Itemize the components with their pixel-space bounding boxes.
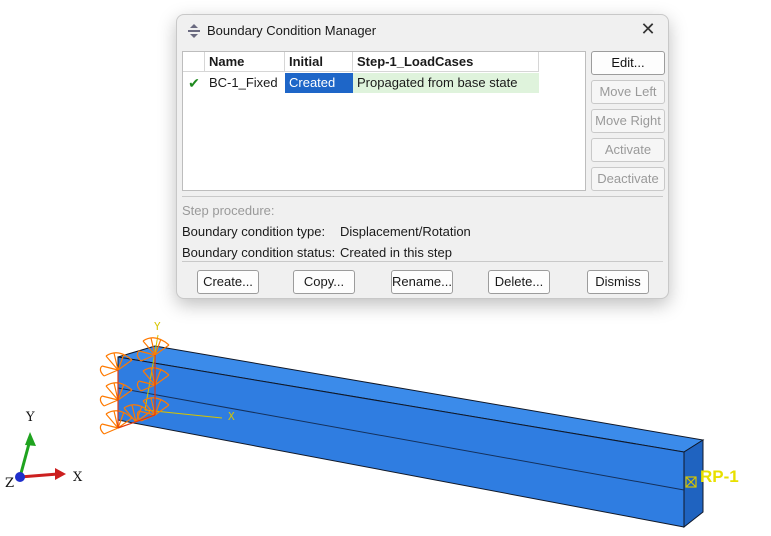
bc-type-value: Displacement/Rotation: [340, 224, 471, 239]
deactivate-button[interactable]: Deactivate: [591, 167, 665, 191]
bc-status-value: Created in this step: [340, 245, 453, 260]
dismiss-button[interactable]: Dismiss: [587, 270, 649, 294]
column-header-initial[interactable]: Initial: [285, 52, 353, 72]
move-left-button[interactable]: Move Left: [591, 80, 665, 104]
edit-button[interactable]: Edit...: [591, 51, 665, 75]
bc-type-label: Boundary condition type:: [182, 224, 326, 239]
local-x-axis-label: X: [228, 410, 235, 423]
beam-front-face: [117, 356, 685, 528]
close-button[interactable]: ✕: [636, 19, 660, 43]
column-header-name[interactable]: Name: [205, 52, 285, 72]
step-procedure-label: Step procedure:: [182, 203, 275, 218]
global-triad: [15, 432, 66, 482]
table-row[interactable]: ✔ BC-1_Fixed Created Propagated from bas…: [183, 73, 539, 93]
boundary-condition-manager-dialog: Boundary Condition Manager ✕ Name Initia…: [176, 14, 669, 299]
app-icon: [188, 24, 200, 38]
divider: [182, 261, 663, 262]
create-button[interactable]: Create...: [197, 270, 259, 294]
copy-button[interactable]: Copy...: [293, 270, 355, 294]
step-status-cell[interactable]: Propagated from base state: [353, 73, 539, 93]
column-header-step[interactable]: Step-1_LoadCases: [353, 52, 539, 72]
initial-status-cell[interactable]: Created: [285, 73, 353, 93]
bc-name-cell[interactable]: BC-1_Fixed: [205, 73, 289, 93]
triad-z-label: Z: [5, 476, 15, 491]
dialog-titlebar[interactable]: Boundary Condition Manager ✕: [177, 15, 668, 47]
reference-point-label: RP-1: [700, 467, 739, 486]
triad-y-label: Y: [26, 410, 35, 425]
bc-table[interactable]: Name Initial Step-1_LoadCases ✔ BC-1_Fix…: [182, 51, 586, 191]
activate-button[interactable]: Activate: [591, 138, 665, 162]
bc-status-label: Boundary condition status:: [182, 245, 336, 260]
move-right-button[interactable]: Move Right: [591, 109, 665, 133]
dialog-title: Boundary Condition Manager: [207, 23, 377, 38]
divider: [182, 196, 663, 197]
local-y-axis-label: Y: [154, 320, 161, 333]
table-header-row: Name Initial Step-1_LoadCases: [183, 52, 539, 72]
rename-button[interactable]: Rename...: [391, 270, 453, 294]
active-check-icon: ✔: [188, 75, 200, 91]
delete-button[interactable]: Delete...: [488, 270, 550, 294]
header-check: [183, 52, 205, 72]
triad-x-label: X: [73, 470, 83, 485]
